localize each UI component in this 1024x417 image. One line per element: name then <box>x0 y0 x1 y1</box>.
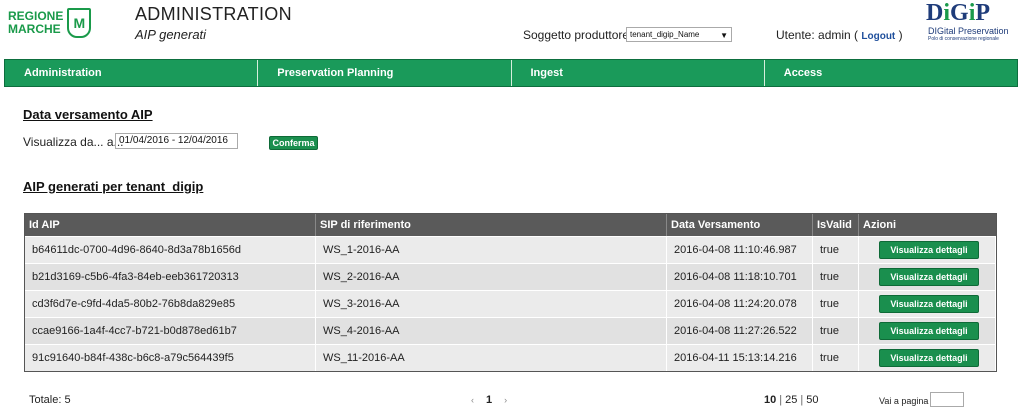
cell-aip-id: b64611dc-0700-4d96-8640-8d3a78b1656d <box>25 237 316 263</box>
page-size-50[interactable]: 50 <box>806 394 818 406</box>
prev-page-icon[interactable]: ‹ <box>471 395 474 405</box>
chevron-down-icon: ▼ <box>720 31 728 40</box>
cell-aip-id: cd3f6d7e-c9fd-4da5-80b2-76b8da829e85 <box>25 291 316 317</box>
cell-sip: WS_3-2016-AA <box>316 291 667 317</box>
cell-valid: true <box>813 318 859 344</box>
view-details-button[interactable]: Visualizza dettagli <box>879 322 979 340</box>
goto-page-input[interactable] <box>930 392 964 407</box>
cell-valid: true <box>813 237 859 263</box>
table-row: ccae9166-1a4f-4cc7-b721-b0d878ed61b7 WS_… <box>25 317 996 344</box>
view-details-button[interactable]: Visualizza dettagli <box>879 268 979 286</box>
cell-actions: Visualizza dettagli <box>859 264 996 290</box>
main-navbar: Administration Preservation Planning Ing… <box>4 59 1018 87</box>
separator: | <box>800 394 804 406</box>
col-header-valid: IsValid <box>813 214 859 236</box>
logout-link[interactable]: Logout <box>861 31 895 42</box>
regione-marche-logo: REGIONE MARCHE M <box>8 4 98 42</box>
col-header-date: Data Versamento <box>667 214 813 236</box>
page-subtitle: AIP generati <box>135 27 207 42</box>
cell-aip-id: 91c91640-b84f-438c-b6c8-a79c564439f5 <box>25 345 316 371</box>
cell-valid: true <box>813 291 859 317</box>
cell-date: 2016-04-08 11:18:10.701 <box>667 264 813 290</box>
user-info: Utente: admin ( Logout ) <box>776 28 903 42</box>
view-details-button[interactable]: Visualizza dettagli <box>879 241 979 259</box>
app-title: ADMINISTRATION <box>135 4 292 24</box>
producer-label: Soggetto produttore: <box>523 28 633 42</box>
cell-sip: WS_1-2016-AA <box>316 237 667 263</box>
nav-item-preservation-planning[interactable]: Preservation Planning <box>258 60 512 86</box>
cell-aip-id: ccae9166-1a4f-4cc7-b721-b0d878ed61b7 <box>25 318 316 344</box>
table-row: b64611dc-0700-4d96-8640-8d3a78b1656d WS_… <box>25 236 996 263</box>
total-count: Totale: 5 <box>29 394 71 406</box>
goto-page-label: Vai a pagina <box>879 396 929 406</box>
cell-date: 2016-04-08 11:24:20.078 <box>667 291 813 317</box>
aip-table: Id AIP SIP di riferimento Data Versament… <box>24 213 997 372</box>
next-page-icon[interactable]: › <box>504 395 507 405</box>
table-header: Id AIP SIP di riferimento Data Versament… <box>25 214 996 236</box>
nav-item-administration[interactable]: Administration <box>5 60 259 86</box>
date-range-label: Visualizza da... a... <box>23 135 124 149</box>
col-header-sip: SIP di riferimento <box>316 214 667 236</box>
regione-shield-icon: M <box>67 8 92 38</box>
page-size-10[interactable]: 10 <box>764 394 776 406</box>
page-size-selector: 10 | 25 | 50 <box>764 394 818 406</box>
cell-sip: WS_2-2016-AA <box>316 264 667 290</box>
cell-valid: true <box>813 264 859 290</box>
producer-select[interactable]: tenant_digip_Name ▼ <box>626 27 732 42</box>
current-page[interactable]: 1 <box>486 394 492 406</box>
cell-aip-id: b21d3169-c5b6-4fa3-84eb-eeb361720313 <box>25 264 316 290</box>
digip-brand: DiGiP <box>926 0 991 26</box>
cell-actions: Visualizza dettagli <box>859 318 996 344</box>
digip-subtagline: Polo di conservazione regionale <box>928 36 999 42</box>
cell-date: 2016-04-08 11:27:26.522 <box>667 318 813 344</box>
table-row: cd3f6d7e-c9fd-4da5-80b2-76b8da829e85 WS_… <box>25 290 996 317</box>
cell-date: 2016-04-11 15:13:14.216 <box>667 345 813 371</box>
cell-sip: WS_11-2016-AA <box>316 345 667 371</box>
date-range-input[interactable]: 01/04/2016 - 12/04/2016 <box>115 133 238 149</box>
cell-actions: Visualizza dettagli <box>859 291 996 317</box>
page-size-25[interactable]: 25 <box>785 394 797 406</box>
results-section-title: AIP generati per tenant_digip <box>23 179 204 194</box>
logo-line2: MARCHE <box>8 22 61 36</box>
cell-sip: WS_4-2016-AA <box>316 318 667 344</box>
col-header-actions: Azioni <box>863 219 896 231</box>
producer-select-value: tenant_digip_Name <box>630 30 700 39</box>
view-details-button[interactable]: Visualizza dettagli <box>879 349 979 367</box>
cell-valid: true <box>813 345 859 371</box>
confirm-button[interactable]: Conferma <box>269 136 318 150</box>
cell-actions: Visualizza dettagli <box>859 345 996 371</box>
filter-section-title: Data versamento AIP <box>23 107 153 122</box>
table-body: b64611dc-0700-4d96-8640-8d3a78b1656d WS_… <box>25 236 996 371</box>
nav-item-access[interactable]: Access <box>765 60 1017 86</box>
col-header-id: Id AIP <box>25 214 316 236</box>
table-row: 91c91640-b84f-438c-b6c8-a79c564439f5 WS_… <box>25 344 996 371</box>
regione-logo-text: REGIONE MARCHE <box>8 10 63 36</box>
pagination: ‹ 1 › <box>471 394 507 406</box>
user-info-text: Utente: admin ( <box>776 28 859 42</box>
digip-logo: DiGiP DIGital Preservation Polo di conse… <box>920 0 1020 44</box>
view-details-button[interactable]: Visualizza dettagli <box>879 295 979 313</box>
cell-actions: Visualizza dettagli <box>859 237 996 263</box>
digip-tagline: DIGital Preservation <box>928 26 1009 36</box>
user-info-close: ) <box>898 28 903 42</box>
nav-item-ingest[interactable]: Ingest <box>512 60 765 86</box>
cell-date: 2016-04-08 11:10:46.987 <box>667 237 813 263</box>
table-row: b21d3169-c5b6-4fa3-84eb-eeb361720313 WS_… <box>25 263 996 290</box>
separator: | <box>779 394 783 406</box>
